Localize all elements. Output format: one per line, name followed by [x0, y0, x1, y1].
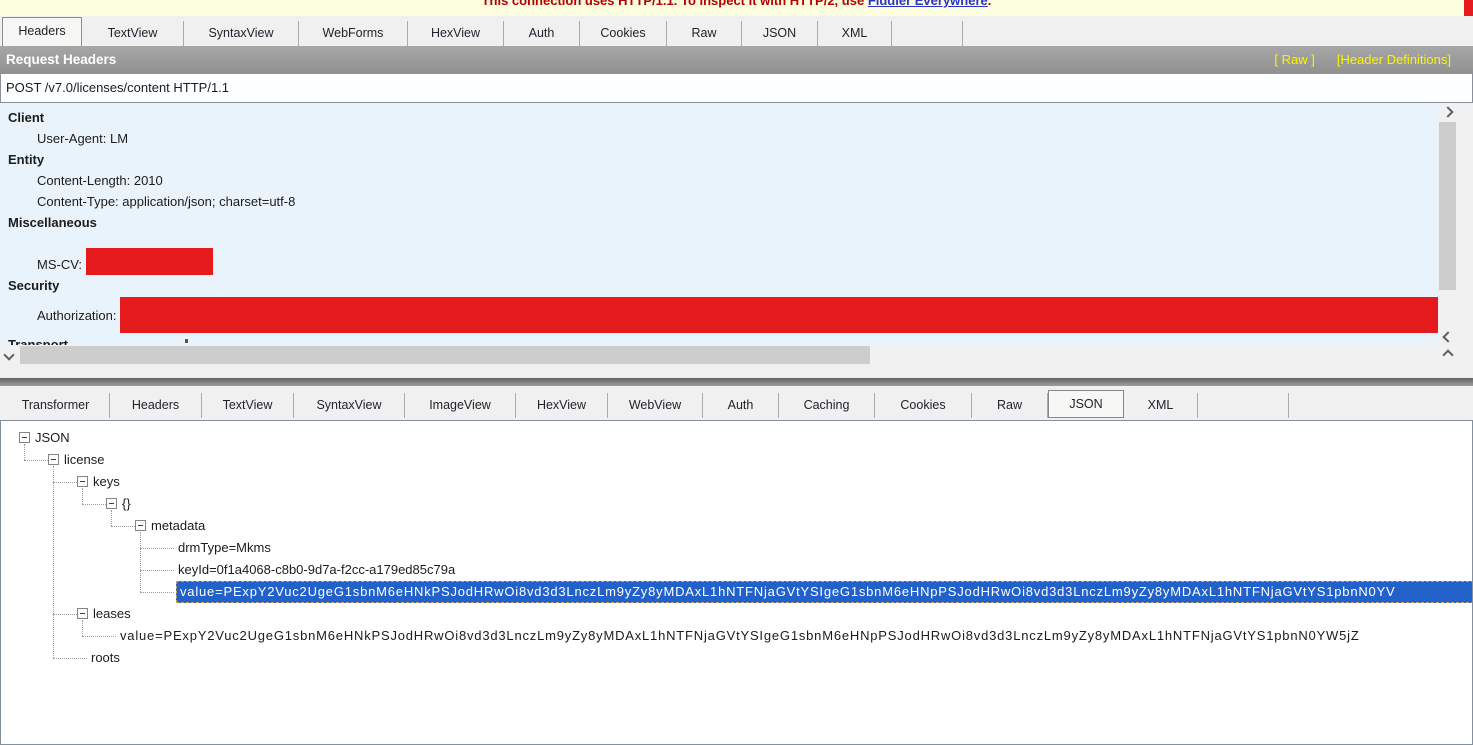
redaction-block	[120, 297, 1439, 333]
tabstrip-divider	[1288, 393, 1289, 418]
header-entry-ms-cv[interactable]: MS-CV:	[0, 233, 1438, 275]
tab-response-auth[interactable]: Auth	[703, 393, 779, 418]
tab-request-headers[interactable]: Headers	[2, 17, 82, 46]
tree-node-keys[interactable]: keys	[93, 471, 120, 493]
tab-response-caching[interactable]: Caching	[779, 393, 875, 418]
collapse-toggle-icon[interactable]	[19, 432, 30, 443]
header-entry-user-agent[interactable]: User-Agent: LM	[0, 128, 1438, 149]
tab-response-headers[interactable]: Headers	[110, 393, 202, 418]
tab-request-hexview[interactable]: HexView	[408, 21, 504, 46]
scroll-right-button[interactable]	[1439, 346, 1456, 364]
tab-request-xml[interactable]: XML	[818, 21, 892, 46]
tree-leaf-keyid[interactable]: keyId=0f1a4068-c8b0-9d7a-f2cc-a179ed85c7…	[178, 559, 455, 581]
tree-row: leases	[1, 603, 1472, 625]
fiddler-inspector-window: This connection uses HTTP/1.1. To inspec…	[0, 0, 1473, 745]
tab-response-imageview[interactable]: ImageView	[405, 393, 516, 418]
tree-row: value=PExpY2Vuc2UgeG1sbnM6eHNkPSJodHRwOi…	[1, 625, 1472, 647]
tab-response-raw[interactable]: Raw	[972, 393, 1048, 418]
collapse-toggle-icon[interactable]	[106, 498, 117, 509]
tree-leaf-drmtype[interactable]: drmType=Mkms	[178, 537, 271, 559]
tab-request-auth[interactable]: Auth	[504, 21, 580, 46]
tab-request-json[interactable]: JSON	[742, 21, 818, 46]
tab-response-json[interactable]: JSON	[1048, 390, 1124, 418]
scroll-up-button[interactable]	[1439, 103, 1456, 120]
horizontal-scrollbar-thumb[interactable]	[20, 346, 870, 364]
tab-request-cookies[interactable]: Cookies	[580, 21, 667, 46]
authorization-label: Authorization:	[37, 305, 117, 326]
http-version-banner: This connection uses HTTP/1.1. To inspec…	[0, 0, 1473, 16]
header-entry-content-type[interactable]: Content-Type: application/json; charset=…	[0, 191, 1438, 212]
tree-row: metadata	[1, 515, 1472, 537]
tab-response-webview[interactable]: WebView	[608, 393, 703, 418]
response-json-tree: JSON license keys {} metadata drmType=Mk…	[0, 420, 1473, 745]
banner-suffix: .	[988, 0, 992, 8]
tab-request-textview[interactable]: TextView	[82, 21, 184, 46]
tree-node-license[interactable]: license	[64, 449, 104, 471]
tree-row: keys	[1, 471, 1472, 493]
header-section-entity[interactable]: Entity	[0, 149, 1438, 170]
tree-row: JSON	[1, 427, 1472, 449]
tab-request-syntaxview[interactable]: SyntaxView	[184, 21, 299, 46]
tree-leaf-key-value-selected[interactable]: value=PExpY2Vuc2UgeG1sbnM6eHNkPSJodHRwOi…	[176, 581, 1473, 603]
header-section-transport[interactable]: Transport	[0, 334, 1438, 345]
response-inspector-tabs: Transformer Headers TextView SyntaxView …	[0, 386, 1473, 418]
tree-row: {}	[1, 493, 1472, 515]
request-inspector-tabs: Headers TextView SyntaxView WebForms Hex…	[0, 16, 1473, 46]
ms-cv-label: MS-CV:	[37, 254, 82, 275]
header-definitions-link[interactable]: [Header Definitions]	[1337, 52, 1451, 67]
header-section-client[interactable]: Client	[0, 107, 1438, 128]
chevron-right-icon	[1442, 349, 1453, 360]
banner-prefix: This connection uses HTTP/1.1. To inspec…	[482, 0, 868, 8]
scroll-left-button[interactable]	[0, 346, 17, 364]
collapse-toggle-icon[interactable]	[77, 608, 88, 619]
vertical-scrollbar-thumb[interactable]	[1439, 122, 1456, 290]
collapse-toggle-icon[interactable]	[48, 454, 59, 465]
request-line-box[interactable]: POST /v7.0/licenses/content HTTP/1.1	[0, 73, 1473, 103]
headers-vertical-scrollbar[interactable]	[1439, 103, 1456, 345]
tab-response-cookies[interactable]: Cookies	[875, 393, 972, 418]
tree-leaf-lease-value[interactable]: value=PExpY2Vuc2UgeG1sbnM6eHNkPSJodHRwOi…	[120, 625, 1473, 647]
tabstrip-divider	[962, 21, 963, 46]
banner-text: This connection uses HTTP/1.1. To inspec…	[0, 0, 1473, 8]
tree-row: drmType=Mkms	[1, 537, 1472, 559]
tree-node-json[interactable]: JSON	[35, 427, 70, 449]
tree-row: license	[1, 449, 1472, 471]
raw-link[interactable]: [ Raw ]	[1274, 52, 1314, 67]
panel-splitter[interactable]	[0, 364, 1473, 378]
request-headers-title-bar: Request Headers [ Raw ] [Header Definiti…	[0, 46, 1473, 73]
tab-request-webforms[interactable]: WebForms	[299, 21, 408, 46]
tree-row: value=PExpY2Vuc2UgeG1sbnM6eHNkPSJodHRwOi…	[1, 581, 1472, 603]
header-entry-authorization[interactable]: Authorization:	[0, 296, 1438, 334]
chevron-left-icon	[3, 349, 14, 360]
tab-response-hexview[interactable]: HexView	[516, 393, 608, 418]
tab-response-syntaxview[interactable]: SyntaxView	[294, 393, 405, 418]
tree-node-leases[interactable]: leases	[93, 603, 131, 625]
tree-leaf-roots[interactable]: roots	[91, 647, 120, 669]
tab-request-raw[interactable]: Raw	[667, 21, 742, 46]
headers-horizontal-scrollbar[interactable]	[0, 346, 1456, 364]
collapse-toggle-icon[interactable]	[77, 476, 88, 487]
request-headers-title: Request Headers	[0, 52, 1274, 67]
tree-node-object[interactable]: {}	[122, 493, 131, 515]
tree-node-metadata[interactable]: metadata	[151, 515, 205, 537]
tree-row: roots	[1, 647, 1472, 669]
header-section-security[interactable]: Security	[0, 275, 1438, 296]
fiddler-everywhere-link[interactable]: Fiddler Everywhere	[868, 0, 988, 8]
tab-response-transformer[interactable]: Transformer	[2, 393, 110, 418]
tree-row: keyId=0f1a4068-c8b0-9d7a-f2cc-a179ed85c7…	[1, 559, 1472, 581]
chevron-up-icon	[1442, 106, 1453, 117]
panel-splitter-edge	[0, 378, 1473, 386]
chevron-down-icon	[1442, 331, 1453, 342]
scroll-down-button[interactable]	[1439, 328, 1456, 345]
header-entry-content-length[interactable]: Content-Length: 2010	[0, 170, 1438, 191]
tab-response-textview[interactable]: TextView	[202, 393, 294, 418]
header-section-miscellaneous[interactable]: Miscellaneous	[0, 212, 1438, 233]
request-line-text: POST /v7.0/licenses/content HTTP/1.1	[6, 80, 229, 95]
collapse-toggle-icon[interactable]	[135, 520, 146, 531]
request-headers-tree: Client User-Agent: LM Entity Content-Len…	[0, 103, 1438, 345]
tab-response-xml[interactable]: XML	[1124, 393, 1198, 418]
clipped-text-fragment	[185, 339, 188, 343]
redaction-block	[86, 248, 213, 275]
